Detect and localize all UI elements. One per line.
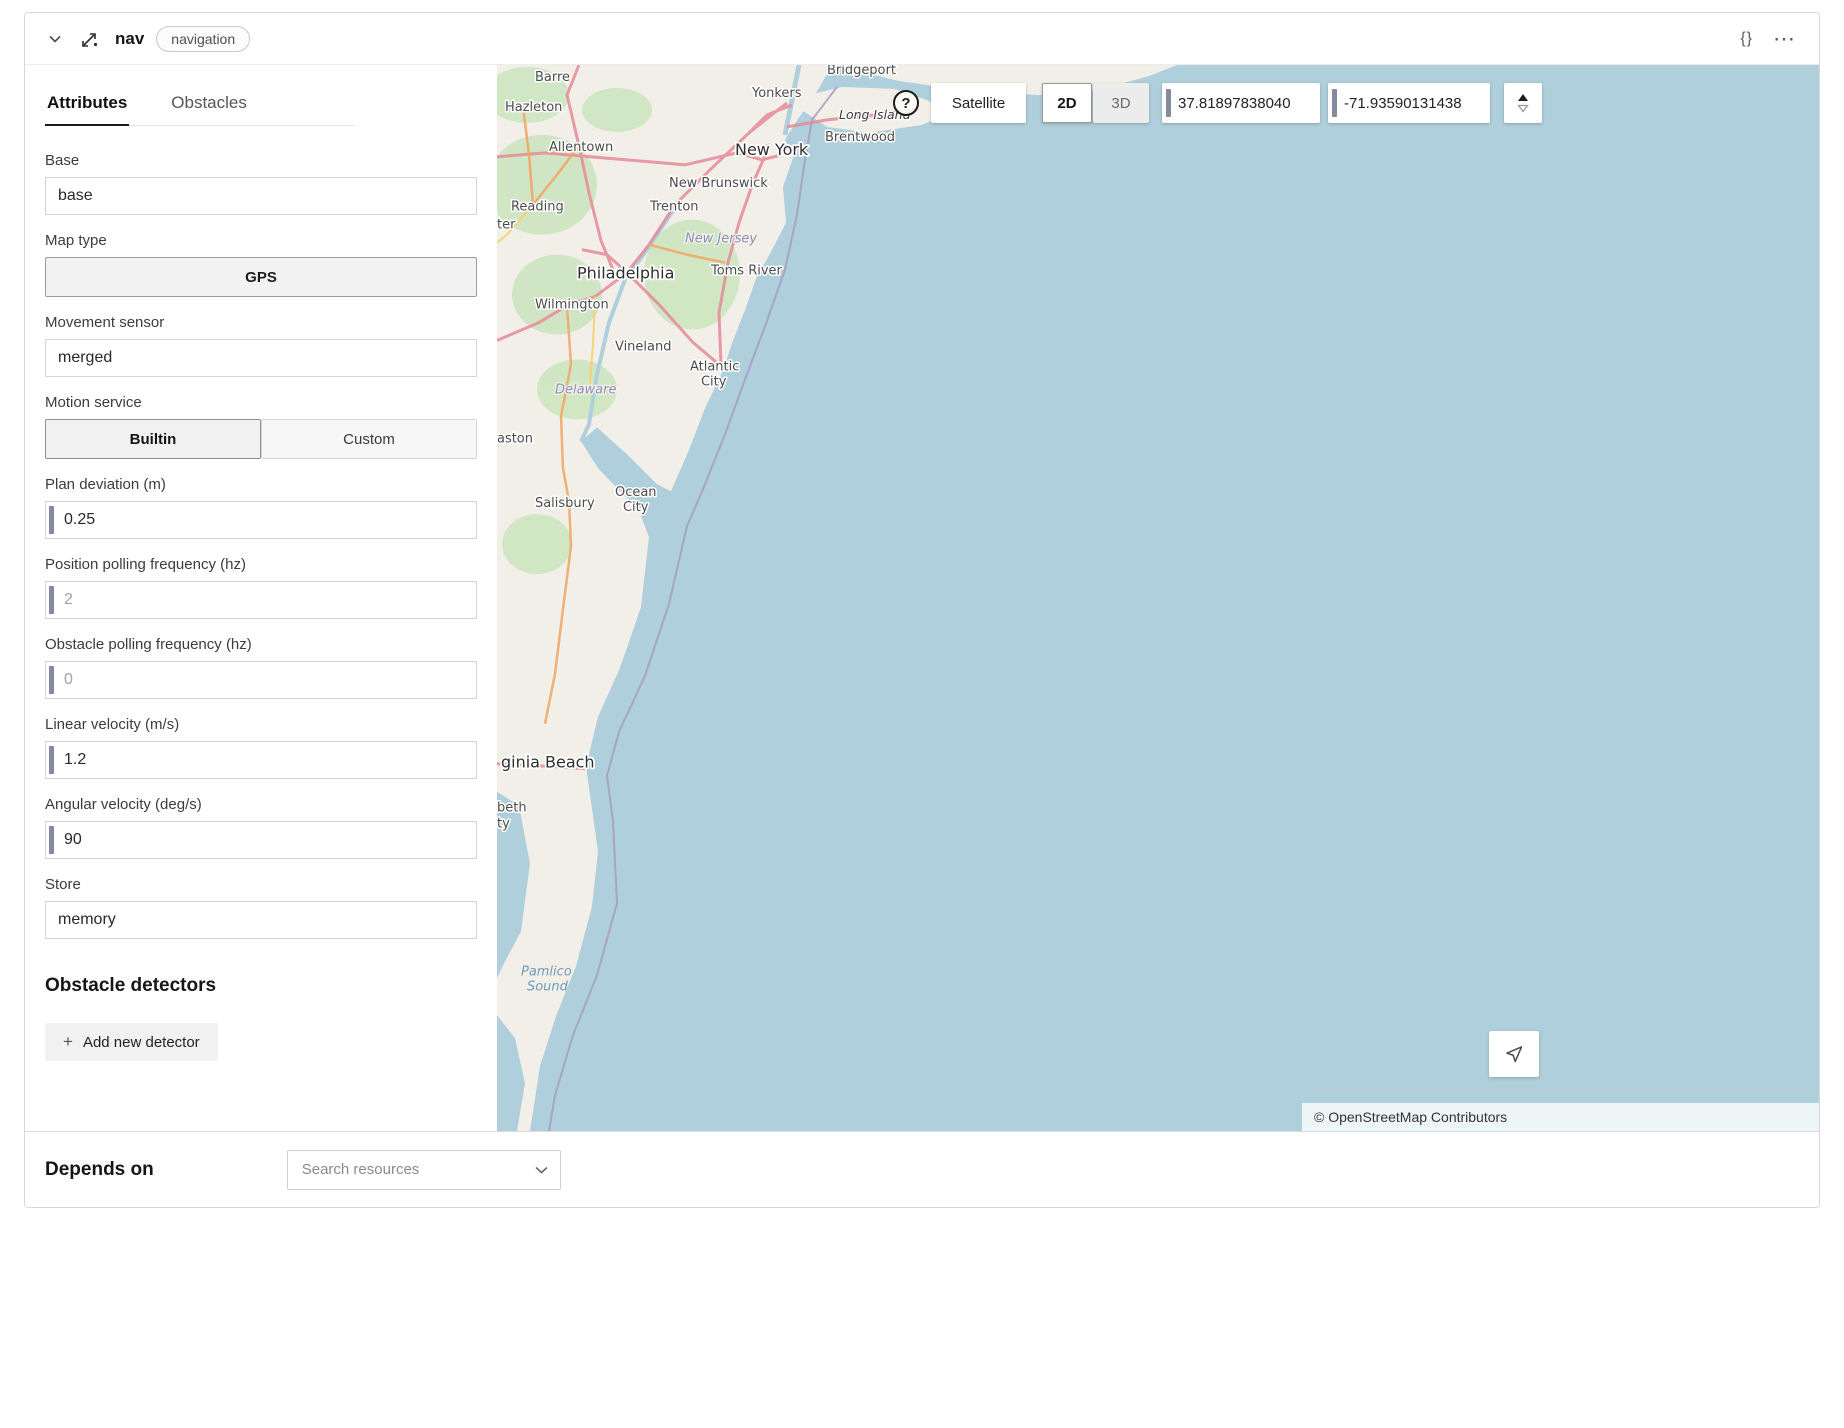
attributes-panel: Attributes Obstacles Base Map type GPS M…	[25, 65, 497, 1131]
coordinate-swap-icon[interactable]	[1504, 83, 1542, 123]
map-label-philadelphia: Philadelphia	[577, 264, 674, 283]
nav-service-card: nav navigation {} ⋯ Attributes Obstacles…	[24, 12, 1820, 1208]
depends-on-bar: Depends on Search resources	[25, 1131, 1819, 1207]
movement-sensor-input[interactable]	[45, 339, 477, 377]
base-label: Base	[45, 152, 477, 169]
map-attribution[interactable]: © OpenStreetMap Contributors	[1302, 1103, 1819, 1131]
chevron-down-icon	[535, 1161, 548, 1179]
field-movement-sensor: Movement sensor	[45, 314, 477, 377]
map-canvas[interactable]: Barre Hazleton Yonkers Bridgeport New Yo…	[497, 65, 1819, 1131]
motion-service-segmented: Builtin Custom	[45, 419, 477, 459]
map-label-ocean-2: City	[623, 500, 649, 515]
depends-on-select[interactable]: Search resources	[287, 1150, 561, 1190]
linear-velocity-label: Linear velocity (m/s)	[45, 716, 477, 733]
map-label-delaware: Delaware	[555, 382, 616, 397]
store-input[interactable]	[45, 901, 477, 939]
collapse-chevron-icon[interactable]	[45, 31, 65, 47]
map-label-beth: beth	[497, 801, 527, 816]
map-label-yonkers: Yonkers	[751, 86, 802, 101]
field-angular-velocity: Angular velocity (deg/s)	[45, 796, 477, 859]
map-label-atlantic-2: City	[701, 374, 727, 389]
tab-obstacles[interactable]: Obstacles	[169, 93, 249, 125]
map-label-new-brunswick: New Brunswick	[669, 176, 768, 191]
field-base: Base	[45, 152, 477, 215]
add-detector-label: Add new detector	[83, 1034, 200, 1051]
plan-deviation-label: Plan deviation (m)	[45, 476, 477, 493]
navigation-service-icon	[77, 26, 103, 52]
field-obstacle-polling: Obstacle polling frequency (hz)	[45, 636, 477, 699]
longitude-input[interactable]	[1328, 83, 1490, 123]
map-type-label: Map type	[45, 232, 477, 249]
field-position-polling: Position polling frequency (hz)	[45, 556, 477, 619]
json-braces-icon[interactable]: {}	[1736, 26, 1757, 52]
satellite-toggle-button[interactable]: Satellite	[931, 83, 1026, 123]
position-polling-label: Position polling frequency (hz)	[45, 556, 477, 573]
help-icon[interactable]: ?	[893, 90, 919, 116]
latitude-input[interactable]	[1162, 83, 1320, 123]
service-type-badge: navigation	[156, 26, 250, 52]
map-label-allentown: Allentown	[549, 140, 613, 155]
map-label-atlantic-1: Atlantic	[690, 359, 739, 374]
map-label-ocean-1: Ocean	[615, 485, 657, 500]
service-title: nav	[115, 29, 144, 49]
map-label-trenton: Trenton	[649, 200, 699, 215]
map-label-barre: Barre	[535, 70, 570, 85]
longitude-field	[1328, 83, 1490, 123]
overflow-menu-icon[interactable]: ⋯	[1769, 30, 1799, 48]
field-store: Store	[45, 876, 477, 939]
map-type-gps-button[interactable]: GPS	[45, 257, 477, 297]
map-2d-button[interactable]: 2D	[1042, 83, 1092, 123]
depends-on-heading: Depends on	[45, 1159, 154, 1181]
field-linear-velocity: Linear velocity (m/s)	[45, 716, 477, 779]
map-label-bridgeport: Bridgeport	[827, 65, 896, 78]
card-header: nav navigation {} ⋯	[25, 13, 1819, 65]
angular-velocity-label: Angular velocity (deg/s)	[45, 796, 477, 813]
map-3d-button[interactable]: 3D	[1093, 83, 1149, 123]
angular-velocity-input[interactable]	[45, 821, 477, 859]
tab-attributes[interactable]: Attributes	[45, 93, 129, 125]
field-map-type: Map type GPS	[45, 232, 477, 297]
map-label-ty: ty	[497, 817, 510, 832]
map-label-salisbury: Salisbury	[535, 496, 595, 511]
map-label-aston: aston	[497, 431, 533, 446]
obstacle-polling-input[interactable]	[45, 661, 477, 699]
base-input[interactable]	[45, 177, 477, 215]
add-detector-button[interactable]: + Add new detector	[45, 1023, 218, 1061]
motion-service-custom-button[interactable]: Custom	[261, 419, 477, 459]
map-label-hazleton: Hazleton	[505, 100, 562, 115]
map-label-vineland: Vineland	[615, 339, 671, 354]
map-label-wilmington: Wilmington	[535, 298, 609, 313]
motion-service-builtin-button[interactable]: Builtin	[45, 419, 261, 459]
latitude-field	[1162, 83, 1320, 123]
plus-icon: +	[63, 1032, 73, 1052]
map-label-brentwood: Brentwood	[825, 130, 895, 145]
map-tiles: Barre Hazleton Yonkers Bridgeport New Yo…	[497, 65, 1819, 1131]
field-motion-service: Motion service Builtin Custom	[45, 394, 477, 459]
map-label-pamlico-2: Sound	[527, 979, 569, 994]
obstacle-detectors-heading: Obstacle detectors	[45, 975, 477, 997]
recenter-arrow-icon[interactable]	[1489, 1031, 1539, 1077]
map-label-pamlico-1: Pamlico	[521, 964, 572, 979]
linear-velocity-input[interactable]	[45, 741, 477, 779]
map-label-new-york: New York	[735, 140, 809, 159]
store-label: Store	[45, 876, 477, 893]
map-label-ter: ter	[497, 218, 516, 233]
position-polling-input[interactable]	[45, 581, 477, 619]
plan-deviation-input[interactable]	[45, 501, 477, 539]
panel-tabs: Attributes Obstacles	[45, 93, 355, 126]
map-label-toms-river: Toms River	[710, 264, 782, 279]
motion-service-label: Motion service	[45, 394, 477, 411]
map-label-reading: Reading	[511, 200, 564, 215]
field-plan-deviation: Plan deviation (m)	[45, 476, 477, 539]
depends-on-placeholder: Search resources	[302, 1161, 420, 1178]
movement-sensor-label: Movement sensor	[45, 314, 477, 331]
map-label-virginia-beach: ginia Beach	[501, 753, 595, 772]
obstacle-polling-label: Obstacle polling frequency (hz)	[45, 636, 477, 653]
map-label-new-jersey: New Jersey	[685, 232, 757, 247]
